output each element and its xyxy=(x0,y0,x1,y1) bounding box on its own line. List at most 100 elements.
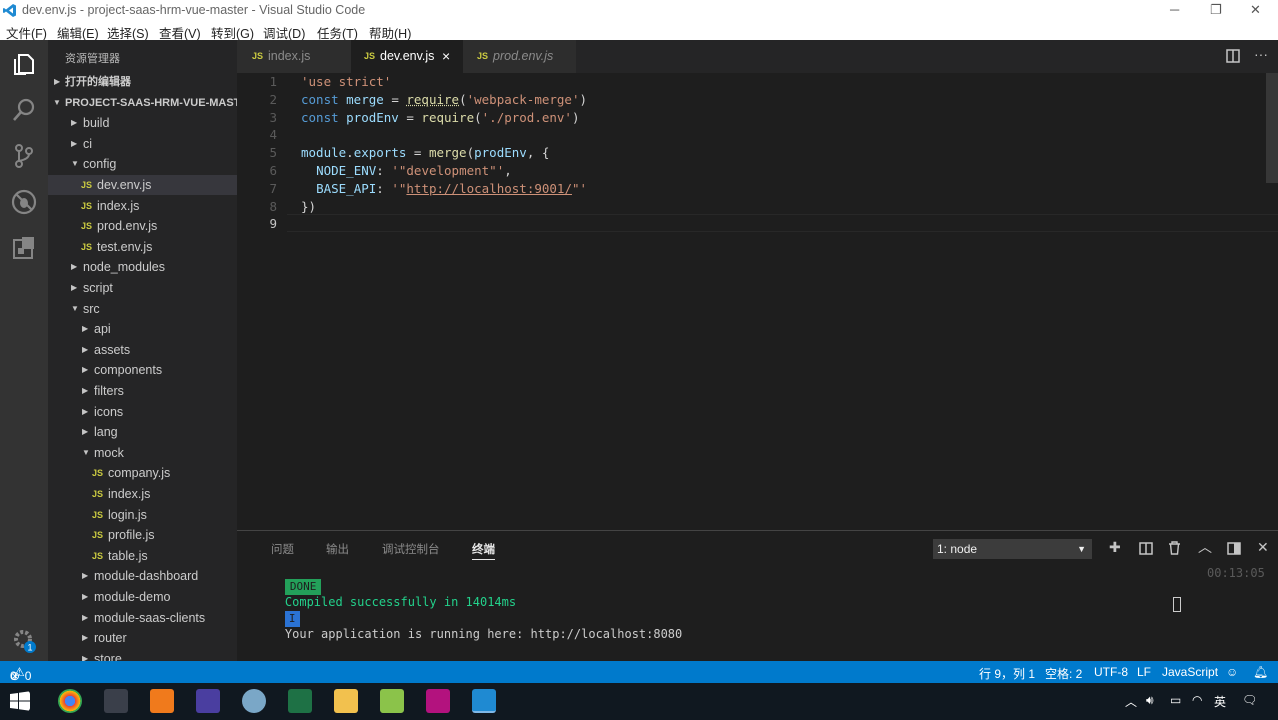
intellij-icon[interactable] xyxy=(426,689,450,713)
trash-icon[interactable] xyxy=(1168,541,1181,555)
cursor-position[interactable]: 行 9，列 1 xyxy=(979,665,1035,682)
line-ending[interactable]: LF xyxy=(1137,665,1151,679)
action-center-icon[interactable]: 🗨︎ xyxy=(1242,693,1257,707)
code-line[interactable]: 8}) xyxy=(237,198,1257,216)
line-number: 9 xyxy=(269,216,277,232)
folder-item[interactable]: ▼ src xyxy=(48,299,237,319)
tab-close-icon[interactable]: × xyxy=(442,40,450,73)
source-control-icon[interactable] xyxy=(10,142,38,170)
tab-prod-env-js[interactable]: JS prod.env.js xyxy=(463,40,576,73)
toggle-panel-position-icon[interactable] xyxy=(1227,542,1241,555)
network-icon[interactable]: ◠ xyxy=(1192,693,1202,707)
file-item[interactable]: JS index.js xyxy=(48,484,237,504)
folder-item[interactable]: ▼ config xyxy=(48,154,237,174)
project-section[interactable]: ▼ PROJECT-SAAS-HRM-VUE-MASTER xyxy=(48,93,237,113)
panel-tab-problems[interactable]: 问题 xyxy=(271,541,294,557)
item-label: router xyxy=(94,631,127,646)
minimize-button[interactable]: ─ xyxy=(1170,2,1179,17)
folder-item[interactable]: ▶ module-dashboard xyxy=(48,566,237,586)
tab-dev-env-js[interactable]: JS dev.env.js × xyxy=(351,40,463,73)
file-item[interactable]: JS dev.env.js xyxy=(48,175,237,195)
debug-icon[interactable] xyxy=(10,188,38,216)
folder-item[interactable]: ▶ components xyxy=(48,360,237,380)
folder-item[interactable]: ▶ script xyxy=(48,278,237,298)
editor-scrollbar[interactable] xyxy=(1266,73,1278,183)
app-icon-4[interactable] xyxy=(196,689,220,713)
sublime-icon[interactable] xyxy=(150,689,174,713)
file-item[interactable]: JS company.js xyxy=(48,463,237,483)
close-panel-icon[interactable]: ✕ xyxy=(1257,539,1269,556)
excel-icon[interactable] xyxy=(288,689,312,713)
feedback-smiley-icon[interactable]: ☺ xyxy=(1226,665,1238,679)
file-item[interactable]: JS table.js xyxy=(48,546,237,566)
tab-index-js[interactable]: JS index.js xyxy=(237,40,351,73)
notifications-bell-icon[interactable]: 🔔︎ xyxy=(1253,665,1268,679)
settings-gear-icon[interactable]: 1 xyxy=(10,626,38,654)
settings-badge: 1 xyxy=(27,643,32,653)
code-token: module xyxy=(301,145,347,161)
tray-chevron-icon[interactable]: ︿ xyxy=(1125,693,1137,710)
indentation[interactable]: 空格: 2 xyxy=(1045,665,1082,682)
panel-tab-debug-console[interactable]: 调试控制台 xyxy=(382,541,440,557)
chrome-icon[interactable] xyxy=(58,689,82,713)
explorer-icon[interactable] xyxy=(10,50,38,78)
file-item[interactable]: JS index.js xyxy=(48,196,237,216)
open-editors-section[interactable]: ▶ 打开的编辑器 xyxy=(48,72,237,92)
folder-item[interactable]: ▶ assets xyxy=(48,340,237,360)
panel-tab-output[interactable]: 输出 xyxy=(326,541,349,557)
folder-item[interactable]: ▶ filters xyxy=(48,381,237,401)
folder-item[interactable]: ▶ icons xyxy=(48,402,237,422)
panel-tab-terminal[interactable]: 终端 xyxy=(472,541,495,560)
close-window-button[interactable]: ✕ xyxy=(1250,2,1261,18)
folder-item[interactable]: ▼ mock xyxy=(48,443,237,463)
language-mode[interactable]: JavaScript xyxy=(1162,665,1218,679)
file-item[interactable]: JS login.js xyxy=(48,505,237,525)
code-line[interactable]: 2 const merge = require('webpack-merge') xyxy=(237,91,1257,109)
folder-item[interactable]: ▶ node_modules xyxy=(48,257,237,277)
ime-indicator[interactable]: 英 xyxy=(1214,693,1226,710)
folder-item[interactable]: ▶ api xyxy=(48,319,237,339)
notepad-icon[interactable] xyxy=(380,689,404,713)
code-line[interactable]: 9 xyxy=(237,215,1257,233)
folder-item[interactable]: ▶ module-saas-clients xyxy=(48,608,237,628)
file-item[interactable]: JS test.env.js xyxy=(48,237,237,257)
folder-item[interactable]: ▶ store xyxy=(48,649,237,661)
terminal-select[interactable]: 1: node ▼ xyxy=(933,539,1092,559)
file-item[interactable]: JS prod.env.js xyxy=(48,216,237,236)
code-editor[interactable]: 1'use strict' 2 const merge = require('web… xyxy=(237,73,1278,530)
maximize-button[interactable]: ❐ xyxy=(1210,2,1222,18)
code-token: http://localhost:9001/ xyxy=(406,180,572,196)
more-actions-icon[interactable]: ··· xyxy=(1254,46,1268,62)
folder-item[interactable]: ▶ lang xyxy=(48,422,237,442)
running-message: Your application is running here: http:/… xyxy=(284,627,683,641)
search-icon[interactable] xyxy=(10,96,38,124)
extensions-icon[interactable] xyxy=(10,234,38,262)
item-label: lang xyxy=(94,425,118,440)
split-editor-icon[interactable] xyxy=(1226,49,1240,63)
new-terminal-icon[interactable]: ✚ xyxy=(1109,539,1121,556)
errors-indicator[interactable]: ⊗ 0 ⚠ 0 xyxy=(10,665,31,683)
code-line[interactable]: 4 xyxy=(237,126,1257,144)
app-icon-5[interactable] xyxy=(242,689,266,713)
windows-start-icon[interactable] xyxy=(10,691,30,711)
folder-item[interactable]: ▶ ci xyxy=(48,134,237,154)
file-explorer-icon[interactable] xyxy=(334,689,358,713)
folder-item[interactable]: ▶ build xyxy=(48,113,237,133)
split-terminal-icon[interactable] xyxy=(1139,542,1153,555)
encoding[interactable]: UTF-8 xyxy=(1094,665,1128,679)
code-line[interactable]: 7 BASE_API: '"http://localhost:9001/"' xyxy=(237,180,1257,198)
folder-item[interactable]: ▶ router xyxy=(48,628,237,648)
volume-icon[interactable]: 🔊︎ xyxy=(1146,693,1154,708)
code-line[interactable]: 6 NODE_ENV: '"development"', xyxy=(237,162,1257,180)
item-label: profile.js xyxy=(108,528,155,543)
battery-icon[interactable]: ▭ xyxy=(1170,693,1181,707)
file-item[interactable]: JS profile.js xyxy=(48,525,237,545)
java-app-icon[interactable] xyxy=(104,689,128,713)
folder-item[interactable]: ▶ module-demo xyxy=(48,587,237,607)
code-line[interactable]: 3 const prodEnv = require('./prod.env') xyxy=(237,109,1257,127)
vscode-taskbar-icon[interactable] xyxy=(472,689,496,713)
code-line[interactable]: 1 'use strict' xyxy=(237,73,1257,91)
code-line[interactable]: 5 module.exports = merge(prodEnv, { xyxy=(237,144,1257,162)
maximize-panel-icon[interactable]: ︿ xyxy=(1198,537,1212,557)
